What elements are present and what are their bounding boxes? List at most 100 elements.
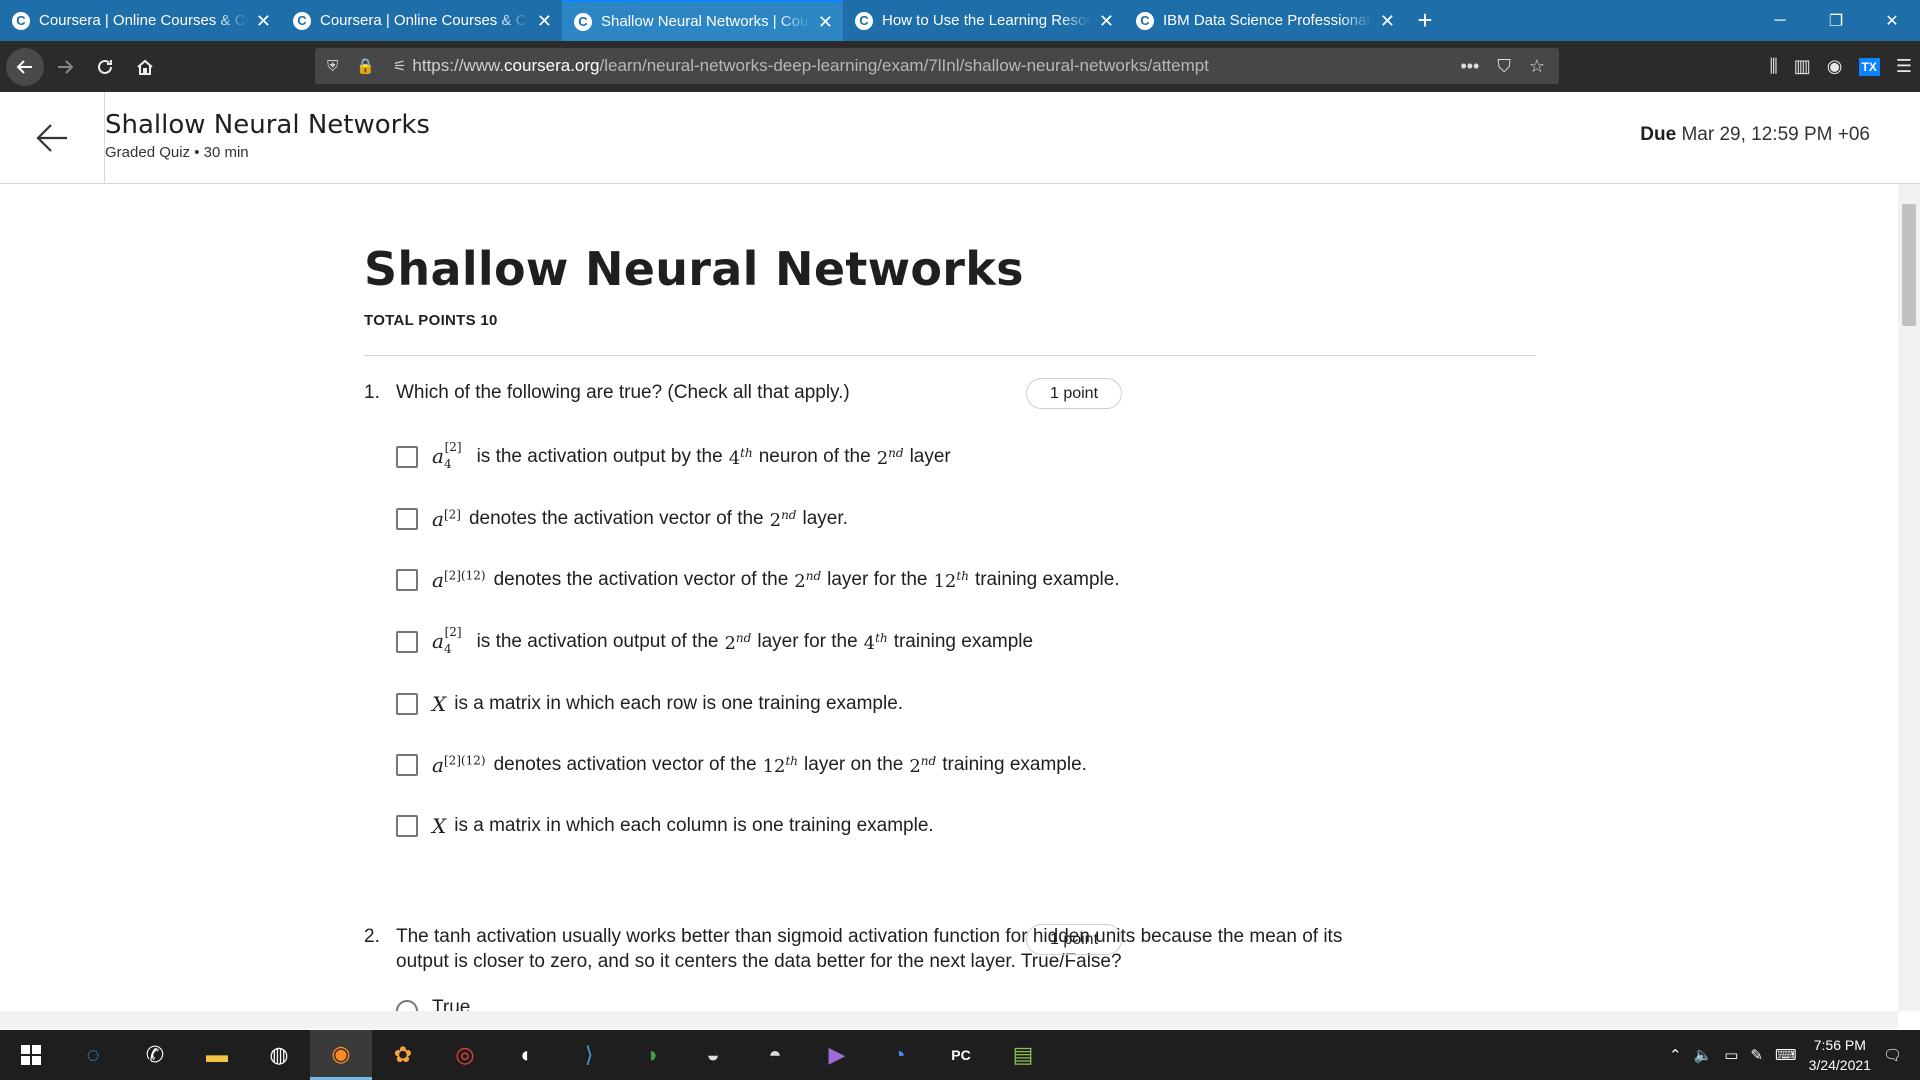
volume-icon[interactable]: 🔈: [1694, 1046, 1713, 1064]
math-2nd: 2nd: [724, 630, 752, 654]
chevron-up-icon[interactable]: ⌃: [1669, 1046, 1682, 1064]
url-path: /learn/neural-networks-deep-learning/exa…: [599, 56, 1209, 75]
url-text[interactable]: https://www.coursera.org/learn/neural-ne…: [412, 56, 1209, 76]
permissions-icon[interactable]: ⚟: [393, 57, 406, 75]
messenger-icon[interactable]: ◔: [868, 1030, 930, 1080]
due-label: Due: [1640, 124, 1677, 145]
tor-browser-icon[interactable]: ◍: [248, 1030, 310, 1080]
math-a-4-2: a4[2]: [432, 439, 462, 471]
bookmark-star-icon[interactable]: ☆: [1529, 56, 1545, 77]
account-icon[interactable]: ◉: [1827, 56, 1843, 77]
answer-option[interactable]: a[2](12) denotes activation vector of th…: [396, 750, 1087, 780]
checkbox[interactable]: [396, 693, 418, 715]
search-icon[interactable]: ◌: [62, 1030, 124, 1080]
tab-title: Coursera | Online Courses & Credentials: [39, 12, 248, 29]
checkbox[interactable]: [396, 754, 418, 776]
network-icon[interactable]: ▭: [1724, 1046, 1738, 1064]
back-to-course-button[interactable]: [0, 92, 105, 183]
browser-tab[interactable]: C IBM Data Science Professional Certific…: [1124, 0, 1405, 41]
close-tab-icon[interactable]: ✕: [1099, 12, 1114, 30]
menu-icon[interactable]: ☰: [1896, 56, 1912, 77]
tab-title: Shallow Neural Networks | Coursera: [601, 13, 810, 30]
whatsapp-icon[interactable]: ✆: [124, 1030, 186, 1080]
page-actions-icon[interactable]: •••: [1460, 56, 1479, 77]
math-12th: 12th: [933, 568, 969, 592]
question-text: Which of the following are true? (Check …: [396, 382, 850, 403]
windows-start-icon[interactable]: [0, 1030, 62, 1080]
library-icon[interactable]: ⫼: [1770, 56, 1778, 77]
restore-icon[interactable]: ❐: [1808, 0, 1864, 41]
pycharm-icon[interactable]: PC: [930, 1030, 992, 1080]
home-button[interactable]: [126, 48, 164, 86]
option-text: is a matrix in which each row is one tra…: [454, 693, 904, 714]
close-tab-icon[interactable]: ✕: [256, 12, 271, 30]
keyboard-icon[interactable]: ⌨: [1775, 1046, 1797, 1064]
new-tab-button[interactable]: +: [1405, 0, 1445, 41]
math-2nd: 2nd: [769, 507, 797, 531]
close-tab-icon[interactable]: ✕: [537, 12, 552, 30]
vscode-icon[interactable]: ⟩: [558, 1030, 620, 1080]
scrollbar-thumb[interactable]: [1902, 204, 1916, 326]
option-text: is a matrix in which each column is one …: [454, 815, 934, 836]
horizontal-scrollbar[interactable]: [0, 1011, 1898, 1029]
chrome-icon[interactable]: ◎: [434, 1030, 496, 1080]
close-tab-icon[interactable]: ✕: [818, 13, 833, 31]
visual-studio-icon[interactable]: ▶: [806, 1030, 868, 1080]
firefox-icon[interactable]: ◉: [310, 1030, 372, 1080]
coursera-favicon-icon: C: [293, 11, 311, 30]
address-bar[interactable]: ⛨ 🔒 ⚟ https://www.coursera.org/learn/neu…: [315, 48, 1559, 84]
app-icon[interactable]: ◓: [744, 1030, 806, 1080]
github-icon[interactable]: ◐: [496, 1030, 558, 1080]
answer-option[interactable]: a4[2] is the activation output of the 2n…: [396, 625, 1034, 657]
browser-tab[interactable]: C Coursera | Online Courses & Credential…: [0, 0, 281, 41]
app-icon[interactable]: ▤: [992, 1030, 1054, 1080]
reload-icon: [98, 59, 112, 74]
checkbox[interactable]: [396, 631, 418, 653]
close-tab-icon[interactable]: ✕: [1380, 12, 1395, 30]
checkbox[interactable]: [396, 569, 418, 591]
option-text: is the activation output of the: [476, 631, 719, 652]
answer-option[interactable]: a[2](12) denotes the activation vector o…: [396, 565, 1120, 595]
anaconda-icon[interactable]: ◑: [620, 1030, 682, 1080]
clock[interactable]: 7:56 PM 3/24/2021: [1809, 1035, 1871, 1075]
extension-icon[interactable]: TX: [1858, 57, 1880, 76]
app-icon[interactable]: ✿: [372, 1030, 434, 1080]
sidebar-icon[interactable]: ▥: [1794, 56, 1811, 77]
coursera-favicon-icon: C: [574, 12, 592, 31]
answer-option[interactable]: a4[2] is the activation output by the 4t…: [396, 439, 951, 472]
checkbox[interactable]: [396, 815, 418, 837]
math-4th: 4th: [728, 445, 753, 469]
file-explorer-icon[interactable]: ▬: [186, 1030, 248, 1080]
shield-icon[interactable]: ⛨: [327, 58, 338, 75]
option-text: layer.: [802, 508, 848, 529]
answer-option[interactable]: X is a matrix in which each row is one t…: [396, 689, 903, 719]
checkbox[interactable]: [396, 446, 418, 468]
answer-option[interactable]: a[2] denotes the activation vector of th…: [396, 504, 848, 534]
minimize-icon[interactable]: ─: [1752, 0, 1808, 41]
math-2nd: 2nd: [909, 753, 937, 777]
pen-icon[interactable]: ✎: [1750, 1046, 1763, 1064]
close-window-icon[interactable]: ✕: [1864, 0, 1920, 41]
reload-button[interactable]: [86, 48, 124, 86]
option-text: denotes the activation vector of the: [493, 569, 789, 590]
due-value: Mar 29, 12:59 PM +06: [1681, 124, 1870, 145]
browser-tab[interactable]: C Coursera | Online Courses & Credential…: [281, 0, 562, 41]
app-icon[interactable]: ◒: [682, 1030, 744, 1080]
home-icon: [137, 59, 153, 75]
question-text: The tanh activation usually works better…: [396, 926, 1343, 972]
option-text: training example: [893, 631, 1034, 652]
browser-nav-bar: ⛨ 🔒 ⚟ https://www.coursera.org/learn/neu…: [0, 41, 1920, 92]
checkbox[interactable]: [396, 508, 418, 530]
forward-button[interactable]: [46, 48, 84, 86]
browser-tab-bar: C Coursera | Online Courses & Credential…: [0, 0, 1920, 41]
pocket-icon[interactable]: ⛉: [1497, 56, 1511, 77]
answer-option[interactable]: X is a matrix in which each column is on…: [396, 811, 934, 841]
browser-tab[interactable]: C How to Use the Learning Resources ✕: [843, 0, 1124, 41]
vertical-scrollbar[interactable]: [1898, 184, 1920, 1011]
lock-icon[interactable]: 🔒: [356, 57, 375, 75]
tab-title: IBM Data Science Professional Certificat…: [1163, 12, 1372, 29]
browser-tab-active[interactable]: C Shallow Neural Networks | Coursera ✕: [562, 0, 843, 41]
radio-button[interactable]: [396, 1000, 418, 1011]
back-button[interactable]: [6, 47, 44, 86]
notifications-icon[interactable]: 🗨: [1883, 1046, 1902, 1064]
